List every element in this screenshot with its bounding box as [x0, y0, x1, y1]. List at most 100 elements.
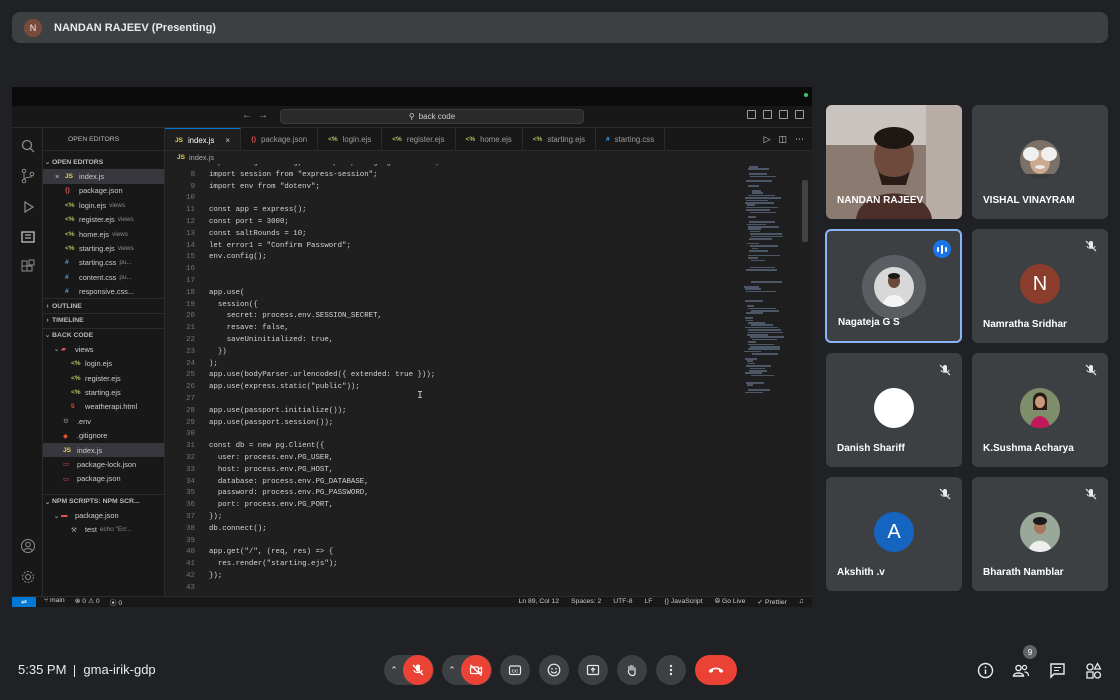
code-line[interactable] [209, 264, 749, 276]
breadcrumb-file[interactable]: index.js [189, 153, 214, 162]
folder-views[interactable]: ⌄ ▰ views [43, 342, 164, 356]
present-screen-button[interactable] [578, 655, 608, 685]
code-line[interactable]: res.render("starting.ejs"); [209, 559, 749, 571]
notifications-bell-icon[interactable]: ♫ [799, 598, 804, 606]
more-actions-icon[interactable]: ⋯ [795, 134, 804, 145]
code-line[interactable]: password: process.env.PG_PASSWORD, [209, 488, 749, 500]
chevron-up-icon[interactable]: ⌃ [385, 665, 403, 676]
tree-file-item[interactable]: ◆ .gitignore [43, 428, 164, 442]
tree-file-item[interactable]: 5 weatherapi.html [43, 400, 164, 414]
open-editor-item[interactable]: <% home.ejs views [43, 227, 164, 241]
code-line[interactable] [209, 429, 749, 441]
participant-tile[interactable]: Bharath Namblar [972, 477, 1108, 591]
outline-section[interactable]: › OUTLINE [43, 299, 164, 313]
end-of-line[interactable]: LF [645, 598, 653, 606]
tab-starting-css[interactable]: # starting.css [596, 128, 666, 150]
code-line[interactable] [209, 583, 749, 595]
tree-file-item[interactable]: ▭ package-lock.json [43, 457, 164, 471]
meeting-details-button[interactable] [976, 661, 994, 679]
camera-off-button[interactable] [461, 655, 491, 685]
code-line[interactable] [209, 394, 749, 406]
code-line[interactable]: import session from "express-session"; [209, 170, 749, 182]
npm-scripts-section[interactable]: ⌄ NPM SCRIPTS: NPM SCR... [43, 493, 164, 508]
code-line[interactable]: port: process.env.PG_PORT, [209, 500, 749, 512]
remote-explorer-icon[interactable] [19, 228, 36, 245]
camera-control[interactable]: ⌃ [442, 655, 492, 685]
code-line[interactable]: host: process.env.PG_HOST, [209, 465, 749, 477]
code-line[interactable]: app.use(express.static("public")); [209, 382, 749, 394]
tree-file-item[interactable]: ▭ package.json [43, 472, 164, 486]
raise-hand-button[interactable] [617, 655, 647, 685]
code-line[interactable]: app.get("/", (req, res) => { [209, 547, 749, 559]
account-icon[interactable] [19, 537, 36, 554]
extensions-icon[interactable] [19, 258, 36, 275]
open-editor-item[interactable]: # starting.css pu... [43, 256, 164, 270]
participant-tile[interactable]: Danish Shariff [826, 353, 962, 467]
open-editor-item[interactable]: <% login.ejs views [43, 198, 164, 212]
encoding[interactable]: UTF-8 [613, 598, 632, 606]
open-editor-item[interactable]: × JS index.js [43, 169, 164, 184]
project-section[interactable]: ⌄ BACK CODE [43, 327, 164, 342]
leave-call-button[interactable] [695, 655, 737, 685]
problems-indicator[interactable]: ⊗ 0 ⚠ 0 [75, 597, 100, 607]
microphone-control[interactable]: ⌃ [384, 655, 434, 685]
code-line[interactable]: saveUninitialized: true, [209, 335, 749, 347]
tab-home-ejs[interactable]: <% home.ejs [455, 128, 523, 150]
code-line[interactable]: import env from "dotenv"; [209, 182, 749, 194]
code-line[interactable]: const app = express(); [209, 205, 749, 217]
prettier-status[interactable]: ✓ Prettier [757, 598, 787, 606]
code-line[interactable]: const saltRounds = 10; [209, 229, 749, 241]
more-options-button[interactable] [656, 655, 686, 685]
explorer-icon[interactable] [19, 137, 36, 154]
open-editor-item[interactable]: # content.css pu... [43, 270, 164, 284]
participant-tile[interactable]: N Namratha Sridhar [972, 229, 1108, 343]
cursor-position[interactable]: Ln 89, Col 12 [519, 598, 559, 606]
code-line[interactable]: app.use(passport.initialize()); [209, 406, 749, 418]
indentation[interactable]: Spaces: 2 [571, 598, 601, 606]
chevron-up-icon[interactable]: ⌃ [443, 665, 461, 676]
code-line[interactable]: let error1 = "Confirm Password"; [209, 241, 749, 253]
code-line[interactable]: app.use(bodyParser.urlencoded({ extended… [209, 370, 749, 382]
ports-indicator[interactable]: ⦿ 0 [110, 597, 122, 607]
editor-scrollbar[interactable] [802, 180, 808, 242]
tab-register-ejs[interactable]: <% register.ejs [382, 128, 456, 150]
timeline-section[interactable]: › TIMELINE [43, 313, 164, 327]
captions-button[interactable]: CC [500, 655, 530, 685]
close-icon[interactable]: × [225, 136, 230, 145]
mic-off-button[interactable] [403, 655, 433, 685]
open-editors-header[interactable]: ⌄ OPEN EDITORS [43, 155, 164, 169]
activities-button[interactable] [1084, 661, 1102, 679]
code-line[interactable]: ); [209, 359, 749, 371]
code-line[interactable]: resave: false, [209, 323, 749, 335]
code-line[interactable] [209, 193, 749, 205]
code-line[interactable]: }); [209, 571, 749, 583]
remote-indicator-icon[interactable]: ⇌ [12, 596, 36, 607]
open-editor-item[interactable]: <% register.ejs views [43, 213, 164, 227]
code-line[interactable]: app.use( [209, 288, 749, 300]
open-editor-item[interactable]: <% starting.ejs views [43, 241, 164, 255]
participant-tile[interactable]: Nagateja G S [825, 229, 962, 343]
code-editor[interactable]: 8 9 10 11 12 13 14 15 16 17 18 19 20 21 22 23 24 25 26 27 28… [165, 164, 812, 596]
code-line[interactable]: user: process.env.PG_USER, [209, 453, 749, 465]
code-line[interactable]: const db = new pg.Client({ [209, 441, 749, 453]
branch-indicator[interactable]: ⑂ main [44, 597, 65, 607]
code-content[interactable]: import GoogleStrategy from "passport-goo… [209, 164, 749, 594]
run-debug-icon[interactable] [19, 198, 36, 215]
customize-layout-icon[interactable] [795, 110, 804, 119]
run-icon[interactable]: ▷ [764, 134, 771, 145]
source-control-icon[interactable] [19, 167, 36, 184]
tab-index-js[interactable]: JS index.js × [165, 128, 242, 150]
code-line[interactable]: const port = 3000; [209, 217, 749, 229]
go-live-button[interactable]: ⦾ Go Live [715, 598, 746, 606]
code-line[interactable] [209, 276, 749, 288]
tree-file-item[interactable]: <% register.ejs [43, 371, 164, 385]
code-line[interactable]: }); [209, 512, 749, 524]
participant-tile[interactable]: A Akshith .v [826, 477, 962, 591]
tab-starting-ejs[interactable]: <% starting.ejs [522, 128, 597, 150]
tab-login-ejs[interactable]: <% login.ejs [318, 128, 383, 150]
people-button[interactable] [1012, 661, 1030, 679]
tree-file-item[interactable]: <% starting.ejs [43, 385, 164, 399]
language-mode[interactable]: {} JavaScript [664, 598, 702, 606]
nav-arrows-icon[interactable]: ←→ [242, 110, 274, 121]
code-line[interactable]: session({ [209, 300, 749, 312]
